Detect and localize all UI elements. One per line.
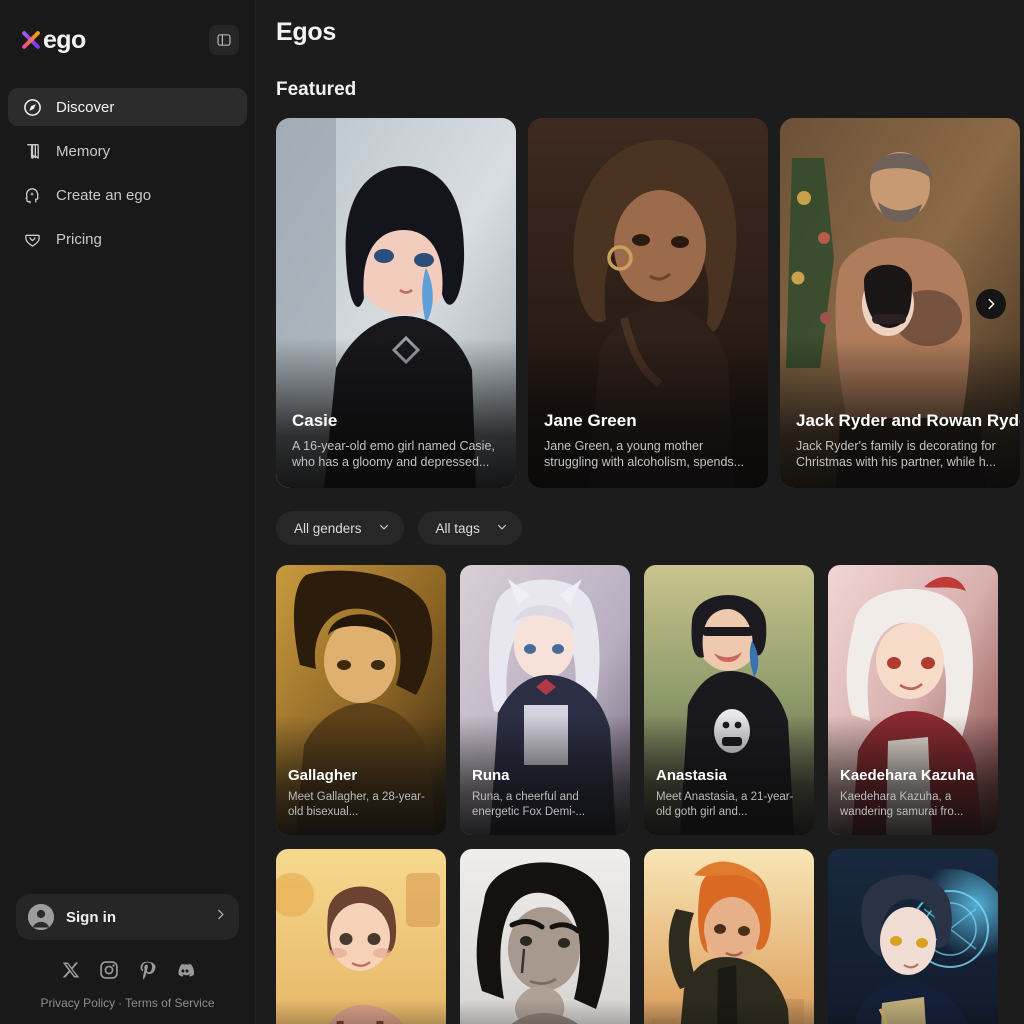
- ego-card[interactable]: Anastasia Meet Anastasia, a 21-year-old …: [644, 565, 814, 835]
- sidebar-item-label: Memory: [56, 142, 111, 160]
- ego-card[interactable]: [276, 849, 446, 1024]
- featured-section-title: Featured: [276, 79, 357, 100]
- sidebar-item-label: Discover: [56, 98, 115, 116]
- ego-card-text: Runa Runa, a cheerful and energetic Fox …: [472, 767, 622, 821]
- pinterest-icon[interactable]: [137, 960, 157, 980]
- ego-card-image: [276, 849, 446, 1024]
- featured-card-description: Jack Ryder's family is decorating for Ch…: [796, 438, 997, 469]
- featured-card-name: Casie: [292, 410, 338, 430]
- chevron-right-icon: [988, 298, 995, 310]
- ego-card-image: [644, 849, 814, 1024]
- filter-label: All genders: [294, 520, 362, 536]
- bookmark-sparkle-icon: [22, 141, 42, 161]
- ego-card-description: Meet Gallagher, a 28-year-old bisexual..…: [288, 790, 425, 819]
- ego-card-gradient: [828, 999, 998, 1024]
- ego-card-text: Anastasia Meet Anastasia, a 21-year-old …: [656, 767, 806, 821]
- chevron-down-icon: [378, 521, 390, 536]
- ego-grid: Gallagher Meet Gallagher, a 28-year-old …: [276, 565, 1024, 1024]
- ego-card[interactable]: Gallagher Meet Gallagher, a 28-year-old …: [276, 565, 446, 835]
- brand-name: ego: [43, 25, 86, 54]
- ego-card-text: Kaedehara Kazuha Kaedehara Kazuha, a wan…: [840, 767, 990, 821]
- ego-card-description: Kaedehara Kazuha, a wandering samurai fr…: [840, 790, 964, 819]
- x-logo-icon: [22, 31, 40, 49]
- ego-card-name: Anastasia: [656, 766, 727, 784]
- ego-card[interactable]: [644, 849, 814, 1024]
- carousel-next-button[interactable]: [976, 289, 1006, 319]
- sidebar-item-pricing[interactable]: Pricing: [8, 220, 247, 258]
- ego-card-gradient: [460, 999, 630, 1024]
- chevron-right-icon: [214, 908, 227, 926]
- ego-card-name: Runa: [472, 766, 510, 784]
- sidebar-item-create-an-ego[interactable]: Create an ego: [8, 176, 247, 214]
- sign-in-button[interactable]: Sign in: [16, 894, 239, 940]
- featured-card-description: A 16-year-old emo girl named Casie, who …: [292, 438, 495, 469]
- sidebar-item-memory[interactable]: Memory: [8, 132, 247, 170]
- ego-card-text: Gallagher Meet Gallagher, a 28-year-old …: [288, 767, 438, 821]
- featured-card-text: Jane Green Jane Green, a young mother st…: [544, 411, 756, 471]
- chevron-down-icon: [496, 521, 508, 536]
- user-avatar-icon: [28, 904, 54, 930]
- legal-separator: ·: [118, 996, 123, 1010]
- sidebar-item-label: Create an ego: [56, 186, 152, 204]
- featured-card-description: Jane Green, a young mother struggling wi…: [544, 438, 745, 469]
- filter-all-tags[interactable]: All tags: [417, 511, 522, 545]
- sign-in-label: Sign in: [66, 908, 116, 926]
- featured-card-name: Jane Green: [544, 410, 637, 430]
- social-links: [16, 960, 239, 980]
- ego-card-image: [828, 849, 998, 1024]
- ego-card[interactable]: [460, 849, 630, 1024]
- featured-card[interactable]: Casie A 16-year-old emo girl named Casie…: [276, 118, 516, 488]
- sidebar-footer: Sign in Privacy Policy · Terms of Servic…: [0, 894, 255, 1024]
- sidebar-toggle-icon: [217, 34, 231, 46]
- sidebar-nav: Discover Memory Create an ego Pricing: [0, 88, 255, 264]
- discord-icon[interactable]: [175, 960, 195, 980]
- brand-logo[interactable]: ego: [20, 25, 86, 54]
- ego-card-name: Gallagher: [288, 766, 358, 784]
- legal-links: Privacy Policy · Terms of Service: [16, 996, 239, 1010]
- ego-card-gradient: [276, 999, 446, 1024]
- head-sparkle-icon: [22, 185, 42, 205]
- filter-all-genders[interactable]: All genders: [276, 511, 404, 545]
- filter-bar: All genders All tags: [276, 511, 1024, 545]
- sidebar: ego Discover Memory Create an ego Pricin…: [0, 0, 256, 1024]
- sidebar-item-label: Pricing: [56, 230, 102, 248]
- ego-card[interactable]: Runa Runa, a cheerful and energetic Fox …: [460, 565, 630, 835]
- sidebar-item-discover[interactable]: Discover: [8, 88, 247, 126]
- app-root: ego Discover Memory Create an ego Pricin…: [0, 0, 1024, 1024]
- instagram-icon[interactable]: [99, 960, 119, 980]
- sidebar-header: ego: [0, 0, 255, 58]
- sidebar-toggle-button[interactable]: [209, 25, 239, 55]
- featured-card[interactable]: Jane Green Jane Green, a young mother st…: [528, 118, 768, 488]
- tag-heart-icon: [22, 229, 42, 249]
- ego-card-description: Meet Anastasia, a 21-year-old goth girl …: [656, 790, 794, 819]
- ego-card-name: Kaedehara Kazuha: [840, 766, 975, 784]
- featured-card-text: Jack Ryder and Rowan Ryder Jack Ryder's …: [796, 410, 1020, 471]
- filter-label: All tags: [435, 520, 480, 536]
- compass-icon: [22, 97, 42, 117]
- ego-card[interactable]: Kaedehara Kazuha Kaedehara Kazuha, a wan…: [828, 565, 998, 835]
- ego-card-description: Runa, a cheerful and energetic Fox Demi-…: [472, 790, 586, 819]
- ego-card-gradient: [644, 999, 814, 1024]
- terms-of-service-link[interactable]: Terms of Service: [125, 996, 214, 1010]
- ego-card[interactable]: [828, 849, 998, 1024]
- x-twitter-icon[interactable]: [61, 960, 81, 980]
- featured-carousel: Casie A 16-year-old emo girl named Casie…: [276, 118, 1024, 488]
- featured-carousel-track[interactable]: Casie A 16-year-old emo girl named Casie…: [276, 118, 1024, 488]
- featured-card-text: Casie A 16-year-old emo girl named Casie…: [292, 411, 504, 471]
- main-content: Egos Featured Casie A 16-year-old emo gi…: [256, 0, 1024, 1024]
- ego-card-image: [460, 849, 630, 1024]
- featured-card-name: Jack Ryder and Rowan Ryder: [796, 410, 1020, 430]
- page-title: Egos: [276, 18, 336, 46]
- privacy-policy-link[interactable]: Privacy Policy: [40, 996, 115, 1010]
